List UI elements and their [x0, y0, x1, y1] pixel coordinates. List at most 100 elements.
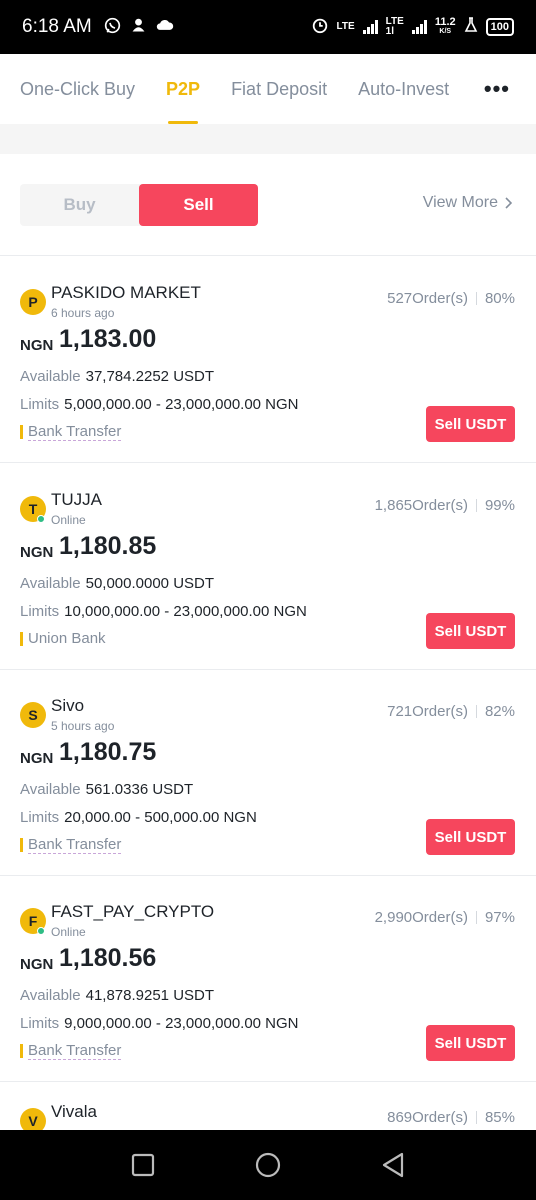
cloud-icon: [156, 18, 174, 36]
tab-one-click-buy[interactable]: One-Click Buy: [20, 54, 135, 124]
available-value: 37,784.2252 USDT: [85, 368, 215, 385]
order-count: 721Order(s): [387, 703, 468, 720]
avatar: P: [20, 289, 46, 315]
lte-sub-label: 1l: [385, 26, 395, 37]
section-separator: [0, 124, 536, 154]
order-count: 869Order(s): [387, 1109, 468, 1126]
available-amount: Available 37,784.2252 USDT: [20, 368, 214, 385]
limits-label: Limits: [20, 1015, 60, 1032]
sell-usdt-button[interactable]: Sell USDT: [426, 613, 515, 649]
merchant-last-seen: 6 hours ago: [51, 306, 115, 320]
available-label: Available: [20, 575, 81, 592]
network-speed-unit: K/S: [439, 28, 452, 35]
whatsapp-icon: [104, 17, 121, 38]
status-bar: 6:18 AM LTE LTE 1l 11.2 K/S 100: [0, 0, 536, 54]
merchant-online-status: Online: [51, 925, 86, 939]
notification-icons: [104, 17, 174, 38]
sell-toggle-button[interactable]: Sell: [139, 184, 258, 226]
ad-card: S Sivo 5 hours ago 721Order(s) 82% NGN 1,…: [0, 675, 536, 881]
fiat-currency: NGN: [20, 956, 54, 973]
signal-bars-icon: [411, 20, 427, 34]
merchant-name[interactable]: TUJJA: [51, 490, 102, 510]
merchant-stats: 2,990Order(s) 97%: [375, 909, 515, 926]
sell-usdt-button[interactable]: Sell USDT: [426, 406, 515, 442]
available-label: Available: [20, 987, 81, 1004]
avatar: S: [20, 702, 46, 728]
online-indicator: [37, 515, 45, 523]
tab-fiat-deposit[interactable]: Fiat Deposit: [231, 54, 327, 124]
status-time: 6:18 AM: [22, 16, 92, 37]
ad-card: F FAST_PAY_CRYPTO Online 2,990Order(s) 97…: [0, 881, 536, 1087]
order-count: 1,865Order(s): [374, 497, 468, 514]
ad-price: 1,183.00: [59, 325, 157, 353]
completion-rate: 80%: [484, 290, 515, 307]
merchant-name[interactable]: FAST_PAY_CRYPTO: [51, 902, 214, 922]
limits-label: Limits: [20, 396, 60, 413]
fiat-currency: NGN: [20, 337, 54, 354]
limits-value: 9,000,000.00 - 23,000,000.00 NGN: [64, 1015, 299, 1032]
tab-p2p[interactable]: P2P: [166, 54, 200, 124]
available-amount: Available 561.0336 USDT: [20, 781, 193, 798]
divider: [0, 669, 536, 670]
network-speed-value: 11.2: [434, 16, 456, 28]
sell-usdt-button[interactable]: Sell USDT: [426, 819, 515, 855]
back-triangle-icon: [383, 1152, 404, 1178]
limits-value: 10,000,000.00 - 23,000,000.00 NGN: [64, 603, 307, 620]
payment-method-marker: [20, 1044, 23, 1058]
sell-usdt-button[interactable]: Sell USDT: [426, 1025, 515, 1061]
divider: [0, 875, 536, 876]
ad-price: 1,180.85: [59, 532, 157, 560]
lte-label: LTE: [336, 21, 355, 32]
merchant-name[interactable]: PASKIDO MARKET: [51, 283, 201, 303]
limits-value: 20,000.00 - 500,000.00 NGN: [64, 809, 257, 826]
merchant-name[interactable]: Sivo: [51, 696, 84, 716]
limits-label: Limits: [20, 603, 60, 620]
order-limits: Limits 9,000,000.00 - 23,000,000.00 NGN: [20, 1015, 299, 1032]
system-navigation-bar: [0, 1130, 536, 1200]
buy-toggle-button[interactable]: Buy: [20, 184, 139, 226]
recent-apps-button[interactable]: [123, 1145, 163, 1185]
view-more-link[interactable]: View More: [423, 194, 512, 212]
system-status-icons: LTE LTE 1l 11.2 K/S 100: [311, 16, 514, 38]
fiat-currency: NGN: [20, 544, 54, 561]
app-notification-icon: [130, 17, 147, 38]
merchant-last-seen: 5 hours ago: [51, 719, 115, 733]
available-value: 561.0336 USDT: [85, 781, 194, 798]
tab-auto-invest[interactable]: Auto-Invest: [358, 54, 449, 124]
available-amount: Available 50,000.0000 USDT: [20, 575, 214, 592]
payment-method: Union Bank: [28, 630, 106, 647]
divider: [0, 462, 536, 463]
view-more-label: View More: [422, 194, 498, 211]
signal-bars-icon: [362, 20, 378, 34]
completion-rate: 97%: [484, 909, 515, 926]
signal-sim1: LTE: [337, 22, 355, 32]
merchant-stats: 869Order(s) 85%: [387, 1109, 515, 1126]
divider: [0, 255, 536, 256]
ad-card: P PASKIDO MARKET 6 hours ago 527Order(s)…: [0, 262, 536, 468]
available-value: 50,000.0000 USDT: [85, 575, 215, 592]
merchant-online-status: Online: [51, 513, 86, 527]
payment-method-marker: [20, 838, 23, 852]
home-button[interactable]: [248, 1145, 288, 1185]
completion-rate: 82%: [484, 703, 515, 720]
payment-method-marker: [20, 425, 23, 439]
more-icon[interactable]: •••: [484, 54, 510, 124]
top-tabs: One-Click Buy P2P Fiat Deposit Auto-Inve…: [0, 54, 536, 124]
merchant-name[interactable]: Vivala: [51, 1102, 97, 1122]
signal-sim2: LTE 1l: [386, 17, 404, 37]
completion-rate: 85%: [484, 1109, 515, 1126]
circle-icon: [255, 1152, 281, 1178]
payment-method: Bank Transfer: [28, 1042, 122, 1060]
chevron-right-icon: [505, 197, 512, 209]
merchant-stats: 527Order(s) 80%: [387, 290, 515, 307]
available-label: Available: [20, 368, 81, 385]
ad-price: 1,180.56: [59, 944, 157, 972]
buy-sell-toggle: Buy Sell: [20, 184, 258, 226]
order-limits: Limits 20,000.00 - 500,000.00 NGN: [20, 809, 257, 826]
completion-rate: 99%: [484, 497, 515, 514]
flask-icon: [464, 17, 478, 37]
order-limits: Limits 5,000,000.00 - 23,000,000.00 NGN: [20, 396, 299, 413]
order-limits: Limits 10,000,000.00 - 23,000,000.00 NGN: [20, 603, 307, 620]
online-indicator: [37, 927, 45, 935]
back-button[interactable]: [373, 1145, 413, 1185]
